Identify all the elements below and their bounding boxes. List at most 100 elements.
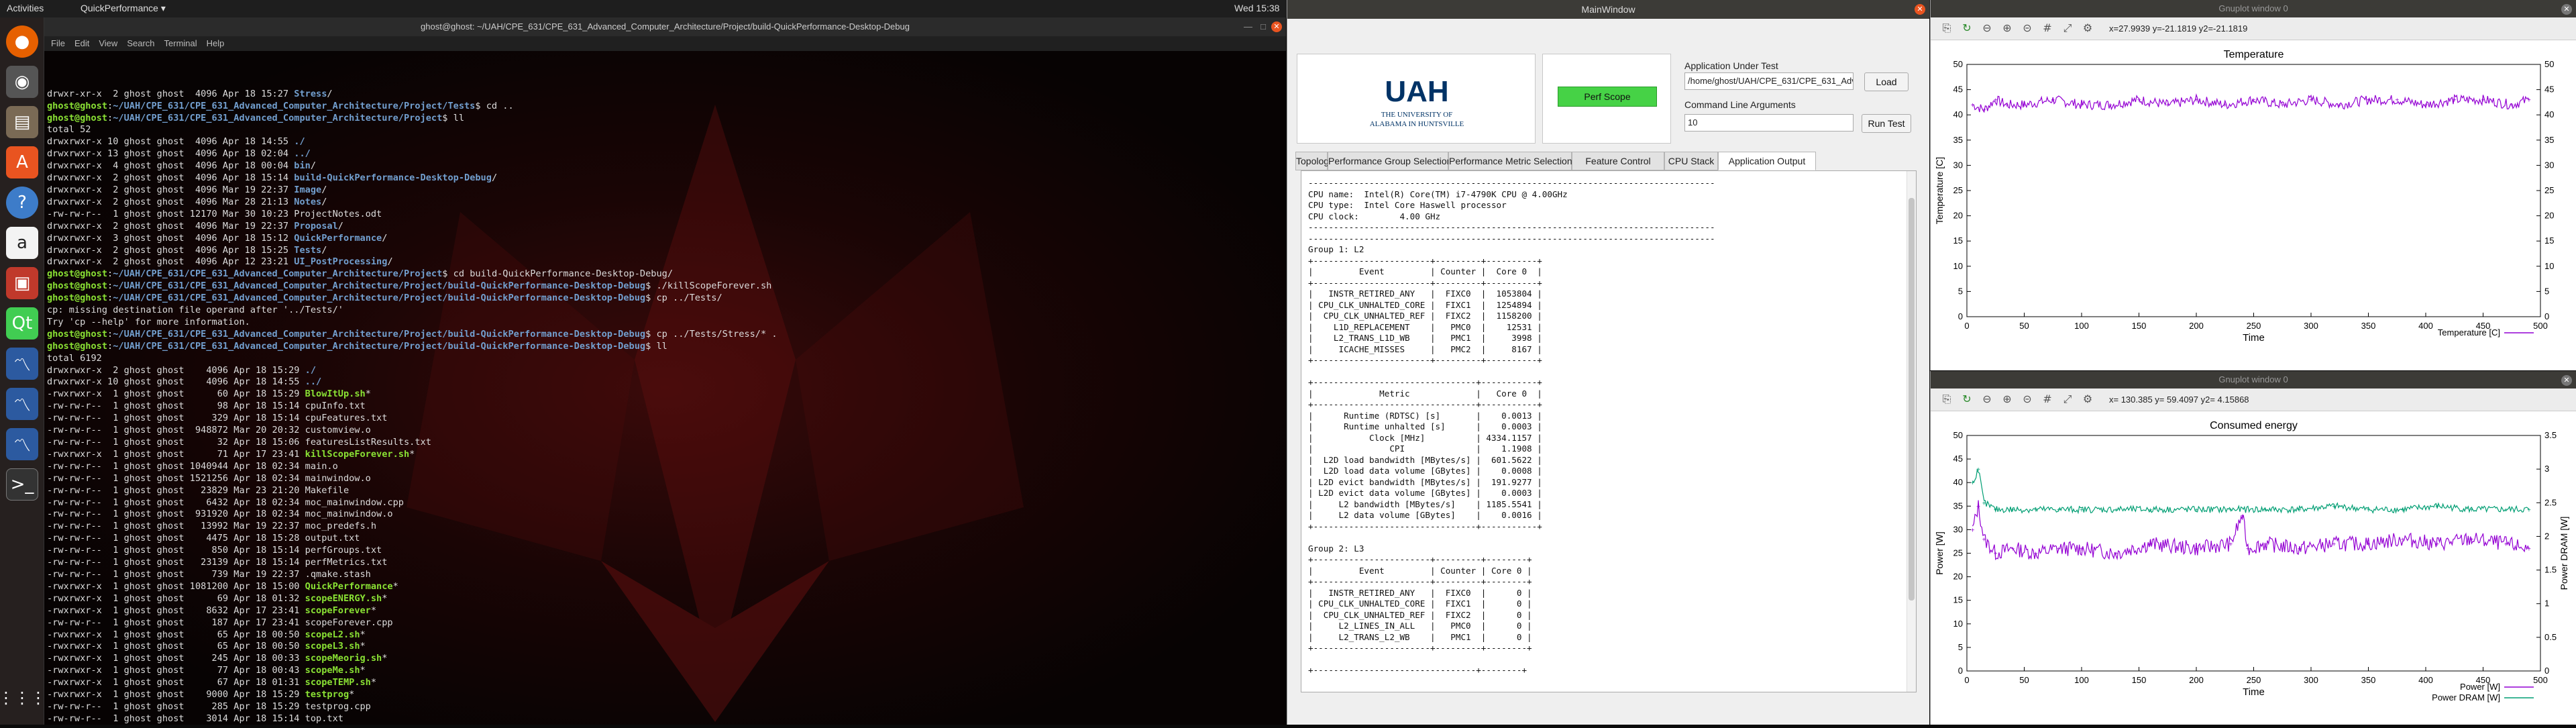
activities-button[interactable]: Activities [7,3,44,13]
perf-scope-button[interactable]: Perf Scope [1558,87,1657,107]
tab-performance-group-selection[interactable]: Performance Group Selection [1328,152,1452,170]
series-point: + [1971,480,1975,487]
maximize-icon[interactable]: □ [1260,17,1266,36]
minimize-icon[interactable]: — [1244,17,1252,36]
app-grid-icon[interactable]: ⋮⋮⋮ [0,682,46,714]
series-point: + [2137,97,2141,105]
y-tick-label: 5 [1958,642,1963,652]
software-icon[interactable]: A [6,146,38,178]
autoscale-icon[interactable]: ⤢ [2061,21,2074,35]
series-point: + [1994,551,1998,558]
clock[interactable]: Wed 15:38 [1234,3,1279,13]
run-test-button[interactable]: Run Test [1862,114,1911,133]
y2-tick-label: 30 [2544,160,2554,170]
y2-tick-label: 1.5 [2544,565,2557,575]
monitor-icon-1[interactable]: 〽 [6,348,38,380]
y-tick-label: 10 [1953,261,1963,271]
series-point: + [2367,507,2371,514]
series-line-0 [1972,93,2530,113]
monitor-icon-2[interactable]: 〽 [6,388,38,420]
x-tick-label: 200 [2189,321,2204,331]
series-point: + [2240,513,2244,520]
firefox-icon[interactable]: ● [6,25,38,58]
close-icon[interactable]: ✕ [2561,375,2572,386]
gnuplot-title: Gnuplot window 0 [2218,374,2288,384]
main-window: MainWindow ✕ UAH THE UNIVERSITY OF ALABA… [1287,0,1929,725]
y2-tick-label: 35 [2544,135,2554,145]
close-icon[interactable]: ✕ [2561,4,2572,15]
temperature-plot[interactable]: Temperature0 50 100 150 200 250 300 350 400 450 50… [1931,40,2576,370]
refresh-icon[interactable]: ↻ [1960,393,1974,406]
zoom-back-icon[interactable]: ⊖ [1980,21,1994,35]
series-point: + [2034,507,2038,514]
terminal-line: ghost@ghost:~/UAH/CPE_631/CPE_631_Advanc… [47,293,722,304]
grid-icon[interactable]: # [2041,21,2054,35]
qt-creator-icon[interactable]: Qt [6,307,38,340]
output-scrollbar[interactable] [1907,171,1916,692]
terminal-line: -rw-rw-r-- 1 ghost ghost 1040944 Apr 18 … [47,460,338,472]
x-tick-label: 0 [1964,675,1969,685]
y2-tick-label: 15 [2544,236,2554,246]
y-tick-label: 15 [1953,236,1963,246]
menu-view[interactable]: View [99,38,117,48]
zoom-in-icon[interactable]: ⊕ [2000,393,2014,406]
terminal-icon[interactable]: >_ [6,468,38,501]
help-icon[interactable]: ? [6,187,38,219]
grid-icon[interactable]: # [2041,393,2054,406]
terminal-line: drwxrwxr-x 2 ghost ghost 4096 Mar 19 22:… [47,220,343,231]
app-icon[interactable]: ◉ [6,66,38,98]
menu-edit[interactable]: Edit [74,38,89,48]
terminal-output[interactable]: drwxr-xr-x 2 ghost ghost 4096 Apr 18 15:… [44,51,1286,725]
settings-icon[interactable]: ⚙ [2081,21,2094,35]
terminal-line: -rwxrwxr-x 1 ghost ghost 65 Apr 18 00:50… [47,641,366,652]
application-output-panel[interactable]: ----------------------------------------… [1301,170,1917,692]
y-tick-label: 40 [1953,477,1963,487]
close-icon[interactable]: ✕ [1271,21,1282,32]
app-under-test-field[interactable]: /home/ghost/UAH/CPE_631/CPE_631_Advanced… [1684,72,1854,90]
energy-plot[interactable]: Consumed energy0 50 100 150 200 250 300 350 400 4… [1931,411,2576,725]
settings-icon[interactable]: ⚙ [2081,393,2094,406]
files-icon[interactable]: ▤ [6,106,38,138]
zoom-out-icon[interactable]: ⊝ [2021,393,2034,406]
refresh-icon[interactable]: ↻ [1960,21,1974,35]
y-tick-label: 50 [1953,59,1963,69]
copy-icon[interactable]: ⎘ [1940,21,1953,35]
tab-performance-metric-selection[interactable]: Performance Metric Selection [1448,152,1572,170]
terminal-line: -rwxrwxr-x 1 ghost ghost 67 Apr 18 01:31… [47,677,377,688]
series-point: + [2510,102,2514,109]
terminal-line: cp: missing destination file operand aft… [47,305,343,316]
args-field[interactable]: 10 [1684,114,1854,132]
menu-help[interactable]: Help [207,38,225,48]
tab-topology[interactable]: Topology [1295,152,1334,170]
x-axis-label: Time [2243,332,2265,344]
zoom-in-icon[interactable]: ⊕ [2000,21,2014,35]
menu-search[interactable]: Search [127,38,154,48]
tab-cpu-stack[interactable]: CPU Stack [1664,152,1718,170]
app-icon-red[interactable]: ▣ [6,267,38,299]
x-tick-label: 400 [2418,675,2433,685]
y2-tick-label: 25 [2544,185,2554,195]
copy-icon[interactable]: ⎘ [1940,393,1953,406]
y-tick-label: 25 [1953,185,1963,195]
app-menu[interactable]: QuickPerformance ▾ [80,3,166,14]
tab-application-output[interactable]: Application Output [1718,152,1816,170]
y-axis-label: Temperature [C] [1934,157,1945,224]
close-icon[interactable]: ✕ [1915,4,1925,15]
terminal-window: ghost@ghost: ~/UAH/CPE_631/CPE_631_Advan… [44,17,1286,725]
series-point: + [1976,503,1980,511]
monitor-icon-3[interactable]: 〽 [6,428,38,460]
series-point: + [2080,545,2084,553]
zoom-back-icon[interactable]: ⊖ [1980,393,1994,406]
legend-label: Power DRAM [W] [2432,692,2500,703]
y2-axis-label: Power DRAM [W] [2559,517,2569,590]
load-button[interactable]: Load [1864,72,1909,91]
zoom-out-icon[interactable]: ⊝ [2021,21,2034,35]
y-tick-label: 20 [1953,572,1963,582]
menu-terminal[interactable]: Terminal [164,38,197,48]
autoscale-icon[interactable]: ⤢ [2061,393,2074,406]
menu-file[interactable]: File [51,38,65,48]
amazon-icon[interactable]: a [6,227,38,259]
tab-feature-control[interactable]: Feature Control [1572,152,1664,170]
scrollbar-thumb[interactable] [1909,198,1915,601]
x-tick-label: 350 [2361,675,2376,685]
